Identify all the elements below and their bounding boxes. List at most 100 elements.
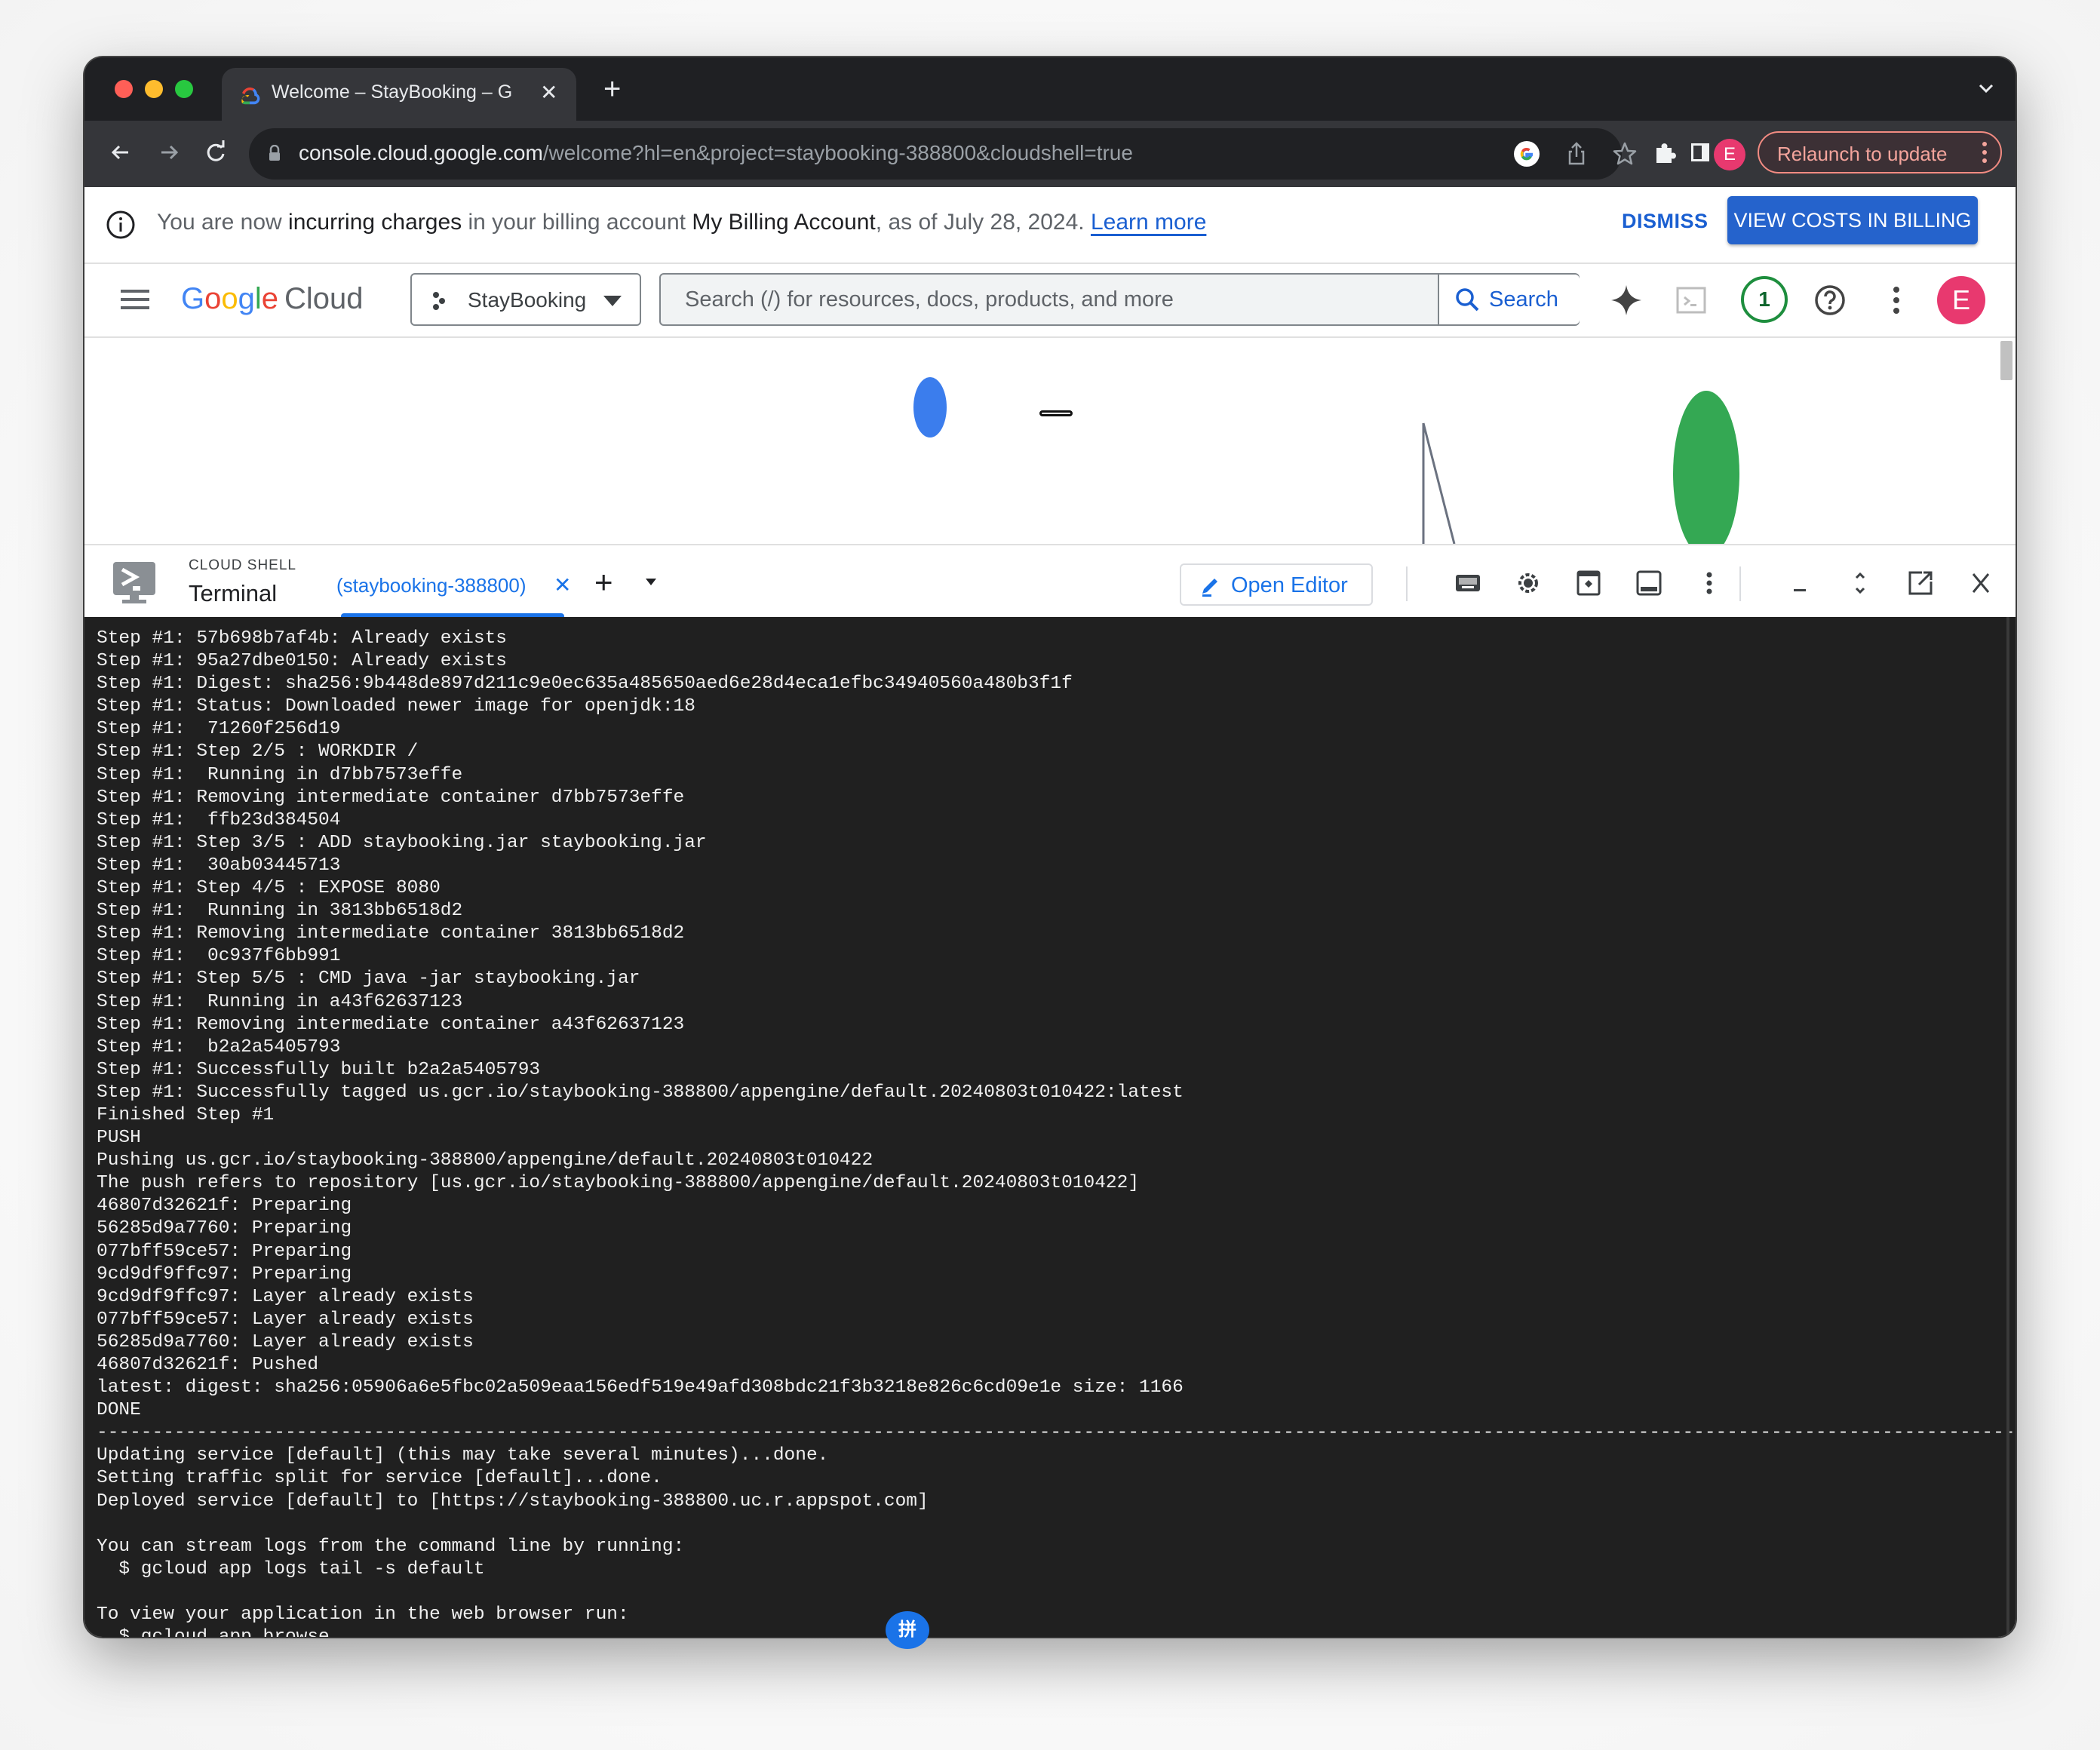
cloud-shell-header: CLOUD SHELL Terminal (staybooking-388800…: [84, 544, 2016, 619]
restore-size-icon[interactable]: [1845, 568, 1875, 598]
relaunch-label: Relaunch to update: [1777, 143, 1948, 165]
terminal-line: DONE: [97, 1400, 141, 1421]
terminal-line: Step #1: 0c937f6bb991: [97, 946, 341, 967]
terminal-line: 56285d9a7760: Layer already exists: [97, 1331, 474, 1352]
star-icon[interactable]: [1611, 140, 1638, 167]
web-preview-icon[interactable]: [1573, 568, 1604, 598]
url-text[interactable]: console.cloud.google.com/welcome?hl=en&p…: [299, 141, 1133, 165]
minimize-window-button[interactable]: [145, 80, 163, 98]
terminal-line: ----------------------------------------…: [97, 1423, 2016, 1444]
terminal-session-tab[interactable]: (staybooking-388800): [336, 574, 527, 597]
tab-bar: Welcome – StayBooking – Google Cloud con…: [84, 57, 2016, 121]
lock-icon[interactable]: [269, 145, 281, 161]
toolbar-divider: [1406, 566, 1408, 601]
add-session-button[interactable]: +: [594, 566, 613, 598]
cloud-shell-resize-handle[interactable]: [1039, 410, 1073, 416]
project-icon: [433, 292, 445, 310]
project-picker[interactable]: StayBooking: [410, 273, 641, 326]
search-button-label: Search: [1489, 287, 1558, 312]
settings-gear-icon[interactable]: [1513, 568, 1543, 598]
terminal-line: Step #1: Running in 3813bb6518d2: [97, 901, 463, 922]
terminal-line: Finished Step #1: [97, 1104, 275, 1125]
blue-drop-shape: [913, 377, 947, 438]
terminal-line: Step #1: Step 2/5 : WORKDIR /: [97, 741, 419, 763]
menu-dots-icon[interactable]: [1982, 140, 1987, 164]
new-tab-button[interactable]: +: [603, 74, 621, 104]
close-icon[interactable]: [1966, 568, 1996, 598]
terminal-title: Terminal: [189, 580, 278, 606]
banner-text-part: , as of July 28, 2024.: [875, 210, 1091, 235]
terminal-line: PUSH: [97, 1128, 141, 1149]
reload-icon[interactable]: [201, 137, 231, 167]
terminal-line: 56285d9a7760: Preparing: [97, 1218, 352, 1239]
terminal-line: 077bff59ce57: Layer already exists: [97, 1309, 474, 1330]
tab-title: Welcome – StayBooking – Google Cloud con…: [272, 81, 513, 103]
chevron-down-icon[interactable]: [1978, 80, 1994, 97]
pencil-icon: [1202, 579, 1217, 597]
terminal-line: latest: digest: sha256:05906a6e5fbc02a50…: [97, 1377, 1184, 1398]
terminal-scrollbar[interactable]: [2006, 617, 2009, 1637]
toolbar-divider: [1739, 566, 1741, 601]
terminal-line: Step #1: 57b698b7af4b: Already exists: [97, 628, 507, 649]
terminal-line: Deployed service [default] to [https://s…: [97, 1491, 929, 1512]
terminal-line: 077bff59ce57: Preparing: [97, 1241, 352, 1262]
notifications-badge[interactable]: 1: [1741, 276, 1788, 323]
terminal-line: Step #1: 95a27dbe0150: Already exists: [97, 651, 507, 672]
learn-more-link[interactable]: Learn more: [1091, 210, 1206, 235]
close-window-button[interactable]: [115, 80, 133, 98]
terminal-line: Step #1: Removing intermediate container…: [97, 1014, 685, 1035]
help-icon[interactable]: [1812, 282, 1848, 318]
logo-google: Google: [181, 282, 279, 315]
search-button[interactable]: Search: [1438, 275, 1580, 324]
close-session-button[interactable]: ✕: [554, 573, 571, 597]
input-method-indicator[interactable]: 拼: [886, 1611, 929, 1649]
banner-text-part: in your billing account: [462, 210, 692, 235]
search-input[interactable]: [661, 275, 1438, 324]
address-bar[interactable]: console.cloud.google.com/welcome?hl=en&p…: [249, 128, 1637, 180]
hamburger-menu-icon[interactable]: [121, 288, 149, 311]
more-options-icon[interactable]: [1878, 282, 1914, 318]
browser-window: Welcome – StayBooking – Google Cloud con…: [84, 57, 2016, 1637]
page-scrollbar[interactable]: [2000, 341, 2012, 380]
open-editor-button[interactable]: Open Editor: [1180, 563, 1373, 606]
relaunch-to-update-button[interactable]: Relaunch to update: [1758, 131, 2002, 173]
forward-icon[interactable]: [154, 137, 184, 167]
terminal-line: Step #1: Step 3/5 : ADD staybooking.jar …: [97, 832, 707, 853]
google-cloud-logo[interactable]: Google Cloud: [181, 282, 364, 316]
logo-cloud: Cloud: [284, 282, 364, 315]
view-costs-button[interactable]: VIEW COSTS IN BILLING: [1727, 196, 1978, 244]
cloud-shell-icon[interactable]: [1673, 282, 1709, 318]
terminal-line: 9cd9df9ffc97: Layer already exists: [97, 1286, 474, 1307]
gemini-sparkle-icon[interactable]: [1608, 282, 1644, 318]
banner-emphasis: incurring charges: [288, 210, 462, 235]
layout-panel-icon[interactable]: [1634, 568, 1664, 598]
more-options-icon[interactable]: [1694, 568, 1724, 598]
profile-avatar[interactable]: E: [1714, 139, 1745, 170]
keyboard-icon[interactable]: [1453, 568, 1483, 598]
google-icon[interactable]: [1513, 140, 1540, 167]
browser-tab[interactable]: Welcome – StayBooking – Google Cloud con…: [222, 68, 576, 121]
session-dropdown-icon[interactable]: [646, 579, 656, 585]
search-bar: Search: [659, 273, 1580, 326]
tab-close-button[interactable]: ✕: [540, 80, 557, 105]
terminal-output[interactable]: Step #1: 57b698b7af4b: Already exists Ste…: [84, 617, 2016, 1637]
terminal-line: 46807d32621f: Preparing: [97, 1196, 352, 1217]
terminal-line: To view your application in the web brow…: [97, 1604, 629, 1626]
google-cloud-header: Google Cloud StayBooking Search (/) for …: [84, 264, 2016, 338]
maximize-window-button[interactable]: [175, 80, 193, 98]
project-name: StayBooking: [468, 288, 587, 312]
terminal-line: $ gcloud app logs tail -s default: [97, 1558, 485, 1580]
back-icon[interactable]: [106, 137, 136, 167]
terminal-line: Step #1: Running in d7bb7573effe: [97, 764, 463, 785]
account-avatar[interactable]: E: [1937, 276, 1985, 324]
share-icon[interactable]: [1563, 140, 1590, 167]
extensions-icon[interactable]: [1650, 137, 1681, 167]
billing-account-name: My Billing Account: [692, 210, 876, 235]
side-panel-icon[interactable]: [1685, 137, 1715, 167]
terminal-line: Step #1: ffb23d384504: [97, 809, 341, 830]
minimize-icon[interactable]: [1785, 568, 1815, 598]
dismiss-button[interactable]: DISMISS: [1622, 210, 1709, 233]
open-in-new-window-icon[interactable]: [1905, 568, 1936, 598]
open-editor-label: Open Editor: [1231, 573, 1348, 597]
